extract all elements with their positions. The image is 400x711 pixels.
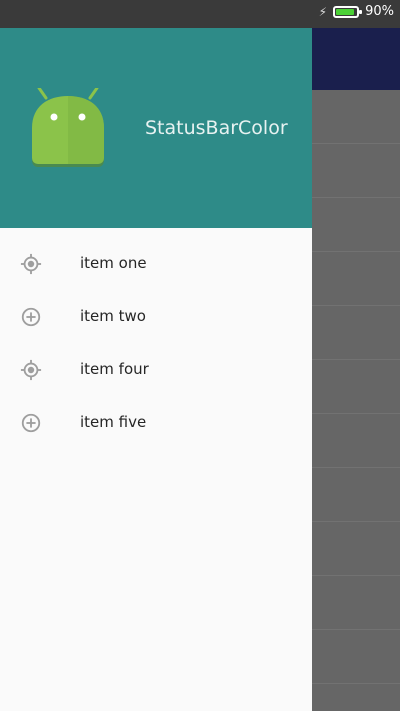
drawer-header: StatusBarColor xyxy=(0,28,312,228)
list-item[interactable] xyxy=(312,684,400,711)
gps-fixed-icon xyxy=(20,253,42,275)
list-item[interactable] xyxy=(312,360,400,414)
list-item[interactable] xyxy=(312,90,400,144)
battery-icon xyxy=(333,5,363,18)
list-item[interactable] xyxy=(312,198,400,252)
add-circle-outline-icon xyxy=(21,413,41,433)
list-item[interactable] xyxy=(312,630,400,684)
add-circle-outline-icon xyxy=(21,307,41,327)
list-item[interactable] xyxy=(312,306,400,360)
menu-item-label: item one xyxy=(80,254,147,272)
app-screen: StatusBarColor ⚡ 90% item one item two i… xyxy=(0,0,400,711)
battery-percentage: 90% xyxy=(365,4,394,19)
gps-fixed-icon xyxy=(20,359,42,381)
menu-item-one[interactable]: item one xyxy=(0,238,312,291)
battery-fill xyxy=(336,8,355,15)
list-item[interactable] xyxy=(312,522,400,576)
list-item[interactable] xyxy=(312,576,400,630)
menu-item-four[interactable]: item four xyxy=(0,344,312,397)
menu-item-label: item four xyxy=(80,360,149,378)
menu-item-five[interactable]: item five xyxy=(0,397,312,450)
content-list[interactable] xyxy=(312,90,400,711)
status-bar: ⚡ 90% xyxy=(0,0,400,28)
drawer-menu: item one item two item four item five xyxy=(0,238,312,450)
list-item[interactable] xyxy=(312,252,400,306)
charging-bolt-icon: ⚡ xyxy=(318,4,328,19)
android-robot-icon xyxy=(32,88,104,167)
status-icons: ⚡ 90% xyxy=(319,4,394,19)
menu-item-label: item five xyxy=(80,413,147,431)
list-item[interactable] xyxy=(312,414,400,468)
list-item[interactable] xyxy=(312,144,400,198)
navigation-drawer[interactable]: StatusBarColor ⚡ 90% item one item two i… xyxy=(0,0,400,711)
list-item[interactable] xyxy=(312,468,400,522)
drawer-header-title: StatusBarColor xyxy=(145,117,288,139)
menu-item-label: item two xyxy=(80,307,146,325)
content-app-bar xyxy=(312,28,400,90)
menu-item-two[interactable]: item two xyxy=(0,291,312,344)
